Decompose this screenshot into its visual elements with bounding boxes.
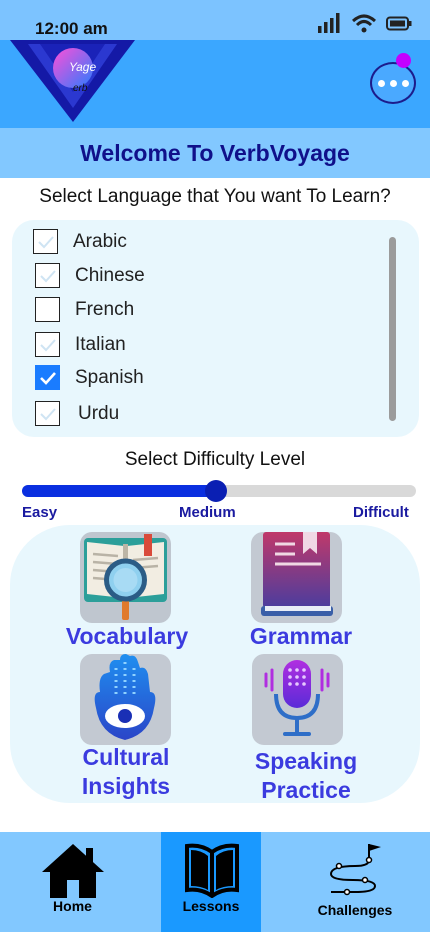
checkbox[interactable]: [35, 297, 60, 322]
nav-label-lessons: Lessons: [182, 898, 240, 914]
difficulty-slider-fill: [22, 485, 219, 497]
page-title: Welcome To VerbVoyage: [80, 139, 350, 166]
feature-label-line: Practice: [261, 777, 351, 803]
battery-icon: [386, 16, 412, 30]
grammar-label[interactable]: Grammar: [231, 622, 371, 651]
checkbox[interactable]: [33, 229, 58, 254]
app-header: Yage erb: [0, 40, 430, 128]
grammar-button[interactable]: [251, 532, 342, 623]
check-icon: [39, 338, 56, 351]
microphone-icon: [264, 660, 330, 736]
path-flag-icon: [329, 844, 381, 896]
language-option-chinese[interactable]: Chinese: [35, 263, 145, 288]
check-icon: [39, 371, 56, 385]
nav-label-home: Home: [53, 898, 92, 914]
language-option-arabic[interactable]: Arabic: [33, 229, 127, 254]
vocabulary-label[interactable]: Vocabulary: [54, 622, 200, 651]
speaking-practice-label[interactable]: Speaking Practice: [236, 747, 376, 805]
difficulty-title: Select Difficulty Level: [124, 449, 306, 470]
nav-challenges[interactable]: Challenges: [305, 832, 405, 932]
feature-label-line: Speaking: [254, 748, 358, 774]
book-icon: [185, 843, 239, 898]
language-option-french[interactable]: French: [35, 297, 134, 322]
welcome-bar: Welcome To VerbVoyage: [0, 128, 430, 178]
language-list-scrollbar[interactable]: [389, 237, 396, 421]
vocabulary-button[interactable]: [80, 532, 171, 623]
book-magnifier-icon: [84, 534, 167, 620]
language-label: French: [75, 298, 135, 320]
app-logo: Yage erb: [10, 40, 135, 124]
difficulty-label-easy: Easy: [22, 504, 58, 521]
nav-label-challenges: Challenges: [317, 902, 393, 918]
nav-home[interactable]: Home: [20, 832, 125, 932]
status-time: 12:00 am: [35, 19, 108, 38]
language-list: Arabic Chinese French Italian Spanish Ur…: [12, 220, 419, 437]
check-icon: [37, 235, 54, 248]
language-prompt: Select Language that You want To Learn?: [39, 186, 391, 207]
logo-text-bottom: erb: [73, 83, 88, 94]
feature-label-line: Cultural: [82, 744, 170, 770]
menu-dot: [401, 79, 409, 87]
check-icon: [39, 407, 56, 420]
speaking-practice-button[interactable]: [252, 654, 343, 745]
language-label: Italian: [75, 333, 126, 355]
language-label: Spanish: [75, 366, 144, 388]
language-label: Urdu: [78, 402, 120, 424]
notification-badge: [396, 53, 411, 68]
difficulty-label-difficult: Difficult: [353, 504, 409, 521]
signal-icon: [318, 13, 340, 33]
logo-text-top: Yage: [69, 60, 97, 74]
wifi-icon: [352, 14, 376, 32]
checkbox-checked[interactable]: [35, 365, 60, 390]
language-option-italian[interactable]: Italian: [35, 332, 126, 357]
home-icon: [42, 844, 104, 898]
menu-dot: [389, 79, 397, 87]
language-label: Arabic: [73, 230, 127, 252]
feature-label-line: Insights: [81, 773, 171, 799]
language-option-urdu[interactable]: Urdu: [35, 401, 119, 426]
cultural-insights-label[interactable]: Cultural Insights: [56, 743, 196, 801]
cultural-insights-button[interactable]: [80, 654, 171, 745]
checkbox[interactable]: [35, 332, 60, 357]
bottom-nav: Home Lessons Challenges: [0, 832, 430, 932]
nav-lessons[interactable]: Lessons: [161, 832, 261, 932]
grammar-book-icon: [261, 532, 333, 616]
language-option-spanish[interactable]: Spanish: [35, 365, 144, 390]
check-icon: [39, 269, 56, 282]
more-menu-button[interactable]: [370, 62, 416, 104]
difficulty-label-medium: Medium: [179, 504, 236, 521]
language-label: Chinese: [75, 264, 145, 286]
checkbox[interactable]: [35, 263, 60, 288]
hamsa-hand-icon: [94, 654, 156, 740]
checkbox[interactable]: [35, 401, 60, 426]
status-icons: [318, 13, 412, 33]
status-bar: 12:00 am: [0, 0, 430, 40]
logo-v-icon: [10, 40, 135, 122]
more-dots-icon: [377, 79, 385, 87]
difficulty-slider-thumb[interactable]: [205, 480, 227, 502]
